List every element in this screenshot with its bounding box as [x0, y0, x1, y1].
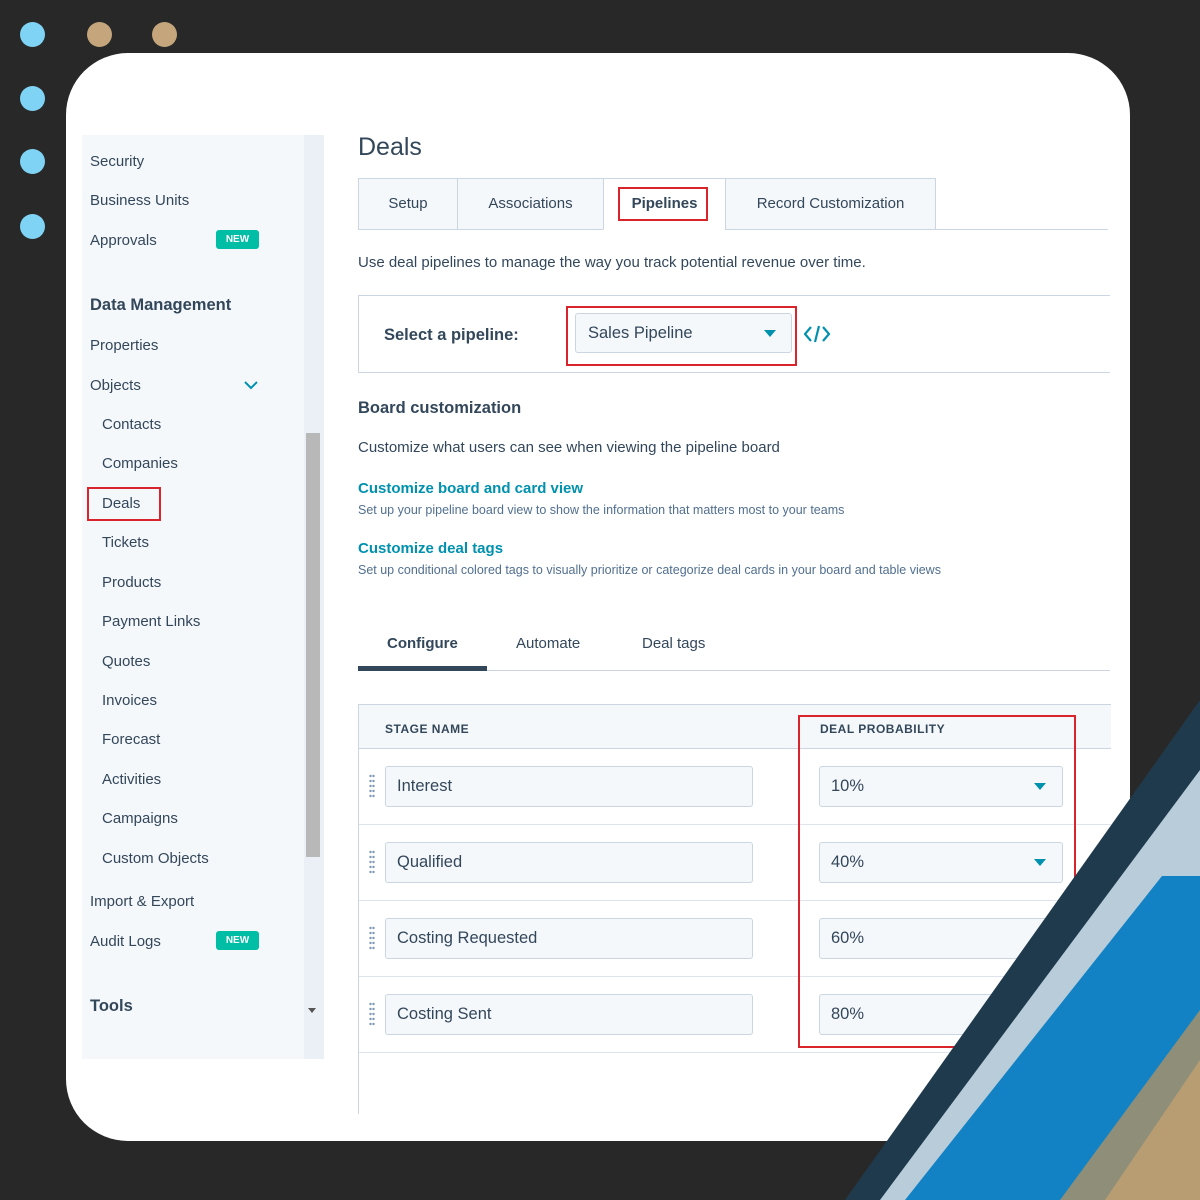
board-customization-title: Board customization: [358, 399, 522, 417]
customize-board-link[interactable]: Customize board and card view: [358, 480, 583, 497]
pipelines-description: Use deal pipelines to manage the way you…: [358, 254, 866, 271]
drag-handle-icon[interactable]: [369, 774, 375, 800]
decor-dot: [20, 214, 45, 239]
tab-associations[interactable]: Associations: [457, 178, 604, 230]
decor-dot: [20, 86, 45, 111]
stage-name-input[interactable]: Costing Sent: [385, 994, 753, 1035]
customize-deal-tags-description: Set up conditional colored tags to visua…: [358, 563, 941, 577]
sidebar-item-import-export[interactable]: Import & Export: [90, 893, 194, 910]
sidebar-item-audit-logs[interactable]: Audit Logs: [90, 933, 161, 950]
page-title: Deals: [358, 133, 422, 161]
sidebar-item-custom-objects[interactable]: Custom Objects: [102, 850, 209, 867]
customize-deal-tags-link[interactable]: Customize deal tags: [358, 540, 503, 557]
sidebar-item-campaigns[interactable]: Campaigns: [102, 810, 178, 827]
sidebar-item-activities[interactable]: Activities: [102, 771, 161, 788]
decor-dot: [152, 22, 177, 47]
customize-board-description: Set up your pipeline board view to show …: [358, 503, 845, 517]
main-content: Deals Setup Associations Pipelines Recor…: [358, 53, 1118, 1141]
sidebar-item-forecast[interactable]: Forecast: [102, 731, 160, 748]
scroll-down-arrow-icon[interactable]: [308, 1008, 316, 1013]
settings-tabs: Setup Associations Pipelines Record Cust…: [358, 178, 1108, 230]
embed-code-icon[interactable]: [804, 324, 830, 344]
sidebar-item-business-units[interactable]: Business Units: [90, 192, 189, 209]
subtab-configure[interactable]: Configure: [387, 635, 458, 652]
board-customization-description: Customize what users can see when viewin…: [358, 439, 780, 456]
sidebar-heading-tools: Tools: [90, 997, 133, 1015]
tab-record-customization[interactable]: Record Customization: [725, 178, 936, 230]
chevron-down-icon[interactable]: [242, 376, 260, 394]
sidebar-item-approvals[interactable]: Approvals: [90, 232, 157, 249]
sidebar-item-objects[interactable]: Objects: [90, 377, 141, 394]
settings-sidebar: Security Business Units Approvals NEW Da…: [82, 135, 324, 1059]
sidebar-item-quotes[interactable]: Quotes: [102, 653, 150, 670]
new-badge: NEW: [216, 230, 259, 249]
highlight-box-pipeline-select: [566, 306, 797, 366]
stage-name-input[interactable]: Costing Requested: [385, 918, 753, 959]
highlight-box-deal-probability: [798, 715, 1076, 1048]
sidebar-scrollbar-thumb[interactable]: [306, 433, 320, 857]
decor-dot: [87, 22, 112, 47]
stage-name-input[interactable]: Qualified: [385, 842, 753, 883]
sidebar-item-products[interactable]: Products: [102, 574, 161, 591]
subtab-automate[interactable]: Automate: [516, 635, 580, 652]
sidebar-item-security[interactable]: Security: [90, 153, 144, 170]
highlight-box-pipelines-tab: [618, 187, 708, 221]
sidebar-item-invoices[interactable]: Invoices: [102, 692, 157, 709]
decor-dot: [20, 22, 45, 47]
sidebar-item-properties[interactable]: Properties: [90, 337, 158, 354]
sidebar-item-contacts[interactable]: Contacts: [102, 416, 161, 433]
active-subtab-indicator: [358, 666, 487, 671]
tab-setup[interactable]: Setup: [358, 178, 458, 230]
screenshot-card: Security Business Units Approvals NEW Da…: [66, 53, 1130, 1141]
drag-handle-icon[interactable]: [369, 1002, 375, 1028]
pipeline-label: Select a pipeline:: [384, 326, 519, 344]
sidebar-item-tickets[interactable]: Tickets: [102, 534, 149, 551]
sidebar-item-payment-links[interactable]: Payment Links: [102, 613, 200, 630]
stage-name-input[interactable]: Interest: [385, 766, 753, 807]
new-badge: NEW: [216, 931, 259, 950]
sidebar-item-companies[interactable]: Companies: [102, 455, 178, 472]
subtab-deal-tags[interactable]: Deal tags: [642, 635, 705, 652]
pipeline-subtabs: Configure Automate Deal tags: [358, 623, 1110, 671]
sidebar-heading-data-management: Data Management: [90, 296, 232, 314]
decor-dot: [20, 149, 45, 174]
highlight-box-deals: [87, 487, 161, 521]
drag-handle-icon[interactable]: [369, 850, 375, 876]
column-header-stage-name: STAGE NAME: [385, 722, 470, 736]
drag-handle-icon[interactable]: [369, 926, 375, 952]
